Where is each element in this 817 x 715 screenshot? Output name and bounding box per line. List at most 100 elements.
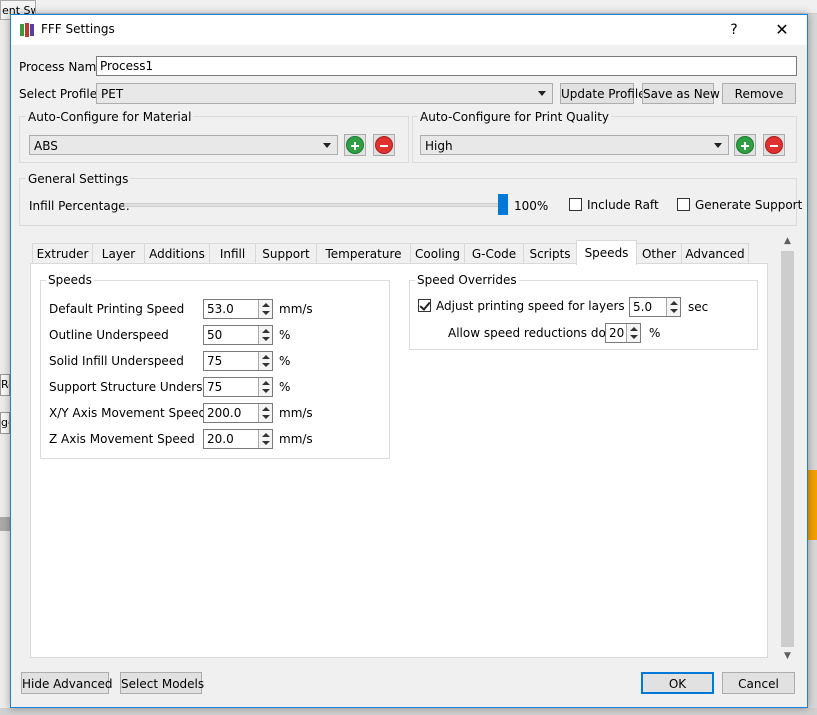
tab-layer[interactable]: Layer <box>92 243 145 264</box>
speeds-group-title: Speeds <box>46 273 94 287</box>
material-dropdown-value: ABS <box>34 139 58 153</box>
select-profile-label: Select Profile: <box>19 87 102 101</box>
spinner-buttons[interactable] <box>258 352 272 370</box>
speed-row-value: 200.0 <box>207 406 242 420</box>
speed-row-label: Outline Underspeed <box>49 328 169 342</box>
spin-up-icon[interactable] <box>262 407 270 411</box>
reduce-speed-input[interactable]: 20 <box>605 323 641 343</box>
infill-slider-track[interactable] <box>124 203 508 207</box>
spin-up-icon[interactable] <box>630 327 638 331</box>
ok-button[interactable]: OK <box>641 672 714 694</box>
speed-row-value: 75 <box>207 354 223 368</box>
reduce-speed-value: 20 <box>609 326 625 340</box>
tab-g-code[interactable]: G-Code <box>464 243 524 264</box>
spinner-buttons[interactable] <box>626 324 640 342</box>
background-left-panel <box>0 20 10 715</box>
speed-row-input[interactable]: 75 <box>203 351 273 371</box>
speed-row-input[interactable]: 20.0 <box>203 429 273 449</box>
spin-up-icon[interactable] <box>262 433 270 437</box>
spinner-buttons[interactable] <box>258 326 272 344</box>
speed-row-unit: % <box>279 354 291 368</box>
background-button-fragment: ge <box>0 412 10 434</box>
add-quality-button[interactable] <box>734 134 756 156</box>
title-bar[interactable]: FFF Settings ? ✕ <box>11 15 807 45</box>
speed-row-unit: mm/s <box>279 432 313 446</box>
spin-down-icon[interactable] <box>262 389 270 393</box>
spin-down-icon[interactable] <box>630 335 638 339</box>
speed-row-label: X/Y Axis Movement Speed <box>49 406 207 420</box>
profile-dropdown-value: PET <box>101 87 124 101</box>
close-button[interactable]: ✕ <box>759 15 805 45</box>
tab-cooling[interactable]: Cooling <box>410 243 465 264</box>
tab-advanced[interactable]: Advanced <box>681 243 749 264</box>
tab-support[interactable]: Support <box>255 243 317 264</box>
spin-up-icon[interactable] <box>262 355 270 359</box>
include-raft-checkbox[interactable] <box>569 198 582 211</box>
tab-speeds[interactable]: Speeds <box>576 240 637 265</box>
window-title: FFF Settings <box>41 22 115 36</box>
tab-temperature[interactable]: Temperature <box>316 243 411 264</box>
fff-settings-dialog: FFF Settings ? ✕ Process Name: Process1 … <box>10 14 808 708</box>
material-dropdown[interactable]: ABS <box>29 135 338 155</box>
tab-scripts[interactable]: Scripts <box>523 243 577 264</box>
remove-material-button[interactable] <box>373 134 395 156</box>
include-raft-label: Include Raft <box>587 198 659 212</box>
tab-extruder[interactable]: Extruder <box>32 243 93 264</box>
tab-additions[interactable]: Additions <box>144 243 210 264</box>
save-as-new-button[interactable]: Save as New <box>642 83 720 104</box>
spin-up-icon[interactable] <box>670 301 678 305</box>
infill-percentage-value: 100% <box>514 199 549 213</box>
generate-support-checkbox[interactable] <box>677 198 690 211</box>
spin-down-icon[interactable] <box>670 309 678 313</box>
adjust-speed-unit: sec <box>688 300 709 314</box>
quality-dropdown-value: High <box>425 139 453 153</box>
quality-dropdown[interactable]: High <box>420 135 729 155</box>
spinner-buttons[interactable] <box>258 430 272 448</box>
scroll-up-icon[interactable]: ▲ <box>781 236 794 249</box>
speed-row-input[interactable]: 50 <box>203 325 273 345</box>
reduce-speed-unit: % <box>649 326 661 340</box>
speed-row-label: Default Printing Speed <box>49 302 185 316</box>
speed-row-input[interactable]: 75 <box>203 377 273 397</box>
update-profile-button[interactable]: Update Profile <box>560 83 646 104</box>
tab-infill[interactable]: Infill <box>209 243 256 264</box>
spinner-buttons[interactable] <box>258 404 272 422</box>
material-group-title: Auto-Configure for Material <box>26 110 194 124</box>
spin-down-icon[interactable] <box>262 311 270 315</box>
adjust-speed-input[interactable]: 5.0 <box>629 297 681 317</box>
add-material-button[interactable] <box>344 134 366 156</box>
adjust-speed-checkbox[interactable] <box>418 299 431 312</box>
speed-row-input[interactable]: 200.0 <box>203 403 273 423</box>
spin-down-icon[interactable] <box>262 415 270 419</box>
speed-row-input[interactable]: 53.0 <box>203 299 273 319</box>
spin-up-icon[interactable] <box>262 303 270 307</box>
help-button[interactable]: ? <box>711 15 757 45</box>
remove-quality-button[interactable] <box>763 134 785 156</box>
cancel-button[interactable]: Cancel <box>722 672 795 694</box>
remove-icon <box>375 136 393 154</box>
process-name-input[interactable]: Process1 <box>96 56 797 76</box>
app-logo-icon <box>20 23 34 37</box>
tab-other[interactable]: Other <box>636 243 682 264</box>
spinner-buttons[interactable] <box>258 300 272 318</box>
remove-profile-button[interactable]: Remove <box>722 83 796 104</box>
spin-down-icon[interactable] <box>262 363 270 367</box>
profile-dropdown[interactable]: PET <box>96 83 553 104</box>
spin-down-icon[interactable] <box>262 337 270 341</box>
infill-slider-thumb[interactable] <box>498 194 508 215</box>
select-models-button[interactable]: Select Models <box>120 672 204 694</box>
speed-row-unit: % <box>279 328 291 342</box>
chevron-down-icon <box>714 143 722 148</box>
spin-up-icon[interactable] <box>262 329 270 333</box>
spin-up-icon[interactable] <box>262 381 270 385</box>
background-orange-block <box>808 470 817 540</box>
background-block <box>0 517 10 531</box>
speed-row-label: Solid Infill Underspeed <box>49 354 184 368</box>
generate-support-label: Generate Support <box>695 198 803 212</box>
spinner-buttons[interactable] <box>258 378 272 396</box>
spin-down-icon[interactable] <box>262 441 270 445</box>
scrollbar-thumb[interactable] <box>781 251 794 647</box>
scroll-down-icon[interactable]: ▼ <box>781 651 794 664</box>
hide-advanced-button[interactable]: Hide Advanced <box>21 672 112 694</box>
spinner-buttons[interactable] <box>666 298 680 316</box>
